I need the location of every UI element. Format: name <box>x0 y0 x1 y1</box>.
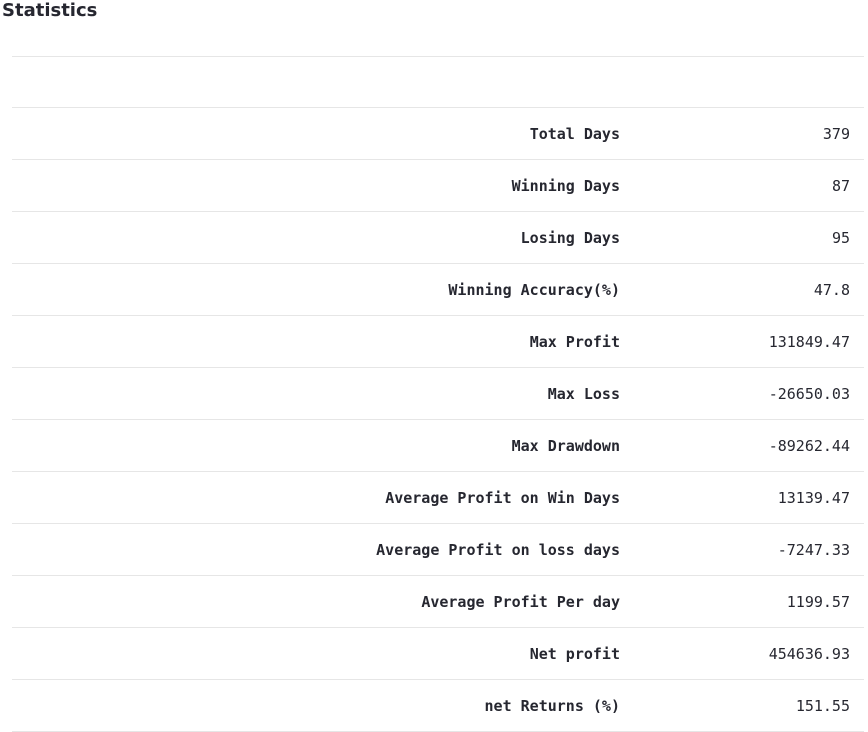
table-row: Winning Days 87 <box>12 159 864 212</box>
table-row: Max Drawdown -89262.44 <box>12 419 864 472</box>
stat-value: 13139.47 <box>620 471 864 524</box>
stat-value: 454636.93 <box>620 627 864 680</box>
stat-value: 1199.57 <box>620 575 864 628</box>
table-row: Average Profit on loss days -7247.33 <box>12 523 864 576</box>
stat-label: Max Drawdown <box>12 419 620 472</box>
stat-label: Winning Days <box>12 159 620 212</box>
stat-label: Average Profit Per day <box>12 575 620 628</box>
table-row: Average Profit Per day 1199.57 <box>12 575 864 628</box>
stat-label: Winning Accuracy(%) <box>12 263 620 316</box>
header-cell-value <box>620 56 864 108</box>
stat-label: net Returns (%) <box>12 679 620 732</box>
table-body: Total Days 379 Winning Days 87 Losing Da… <box>12 107 864 732</box>
stat-value: 131849.47 <box>620 315 864 368</box>
stat-value: 379 <box>620 107 864 160</box>
table-row: Net profit 454636.93 <box>12 627 864 680</box>
table-header-row <box>12 56 864 108</box>
table-row: Max Loss -26650.03 <box>12 367 864 420</box>
table-row: Losing Days 95 <box>12 211 864 264</box>
stat-label: Average Profit on Win Days <box>12 471 620 524</box>
stat-label: Net profit <box>12 627 620 680</box>
stat-label: Max Loss <box>12 367 620 420</box>
stat-value: -7247.33 <box>620 523 864 576</box>
stat-label: Max Profit <box>12 315 620 368</box>
stat-label: Total Days <box>12 107 620 160</box>
stat-label: Losing Days <box>12 211 620 264</box>
stat-value: 87 <box>620 159 864 212</box>
stat-value: 47.8 <box>620 263 864 316</box>
table-row: Total Days 379 <box>12 107 864 160</box>
stat-value: 151.55 <box>620 679 864 732</box>
stat-value: -89262.44 <box>620 419 864 472</box>
table-header <box>12 56 864 108</box>
page-title: Statistics <box>2 0 98 21</box>
stat-label: Average Profit on loss days <box>12 523 620 576</box>
header-cell-label <box>12 56 620 108</box>
table-row: net Returns (%) 151.55 <box>12 679 864 732</box>
stat-value: 95 <box>620 211 864 264</box>
table-row: Max Profit 131849.47 <box>12 315 864 368</box>
table-row: Average Profit on Win Days 13139.47 <box>12 471 864 524</box>
table-row: Winning Accuracy(%) 47.8 <box>12 263 864 316</box>
stat-value: -26650.03 <box>620 367 864 420</box>
statistics-table: Total Days 379 Winning Days 87 Losing Da… <box>12 56 864 732</box>
